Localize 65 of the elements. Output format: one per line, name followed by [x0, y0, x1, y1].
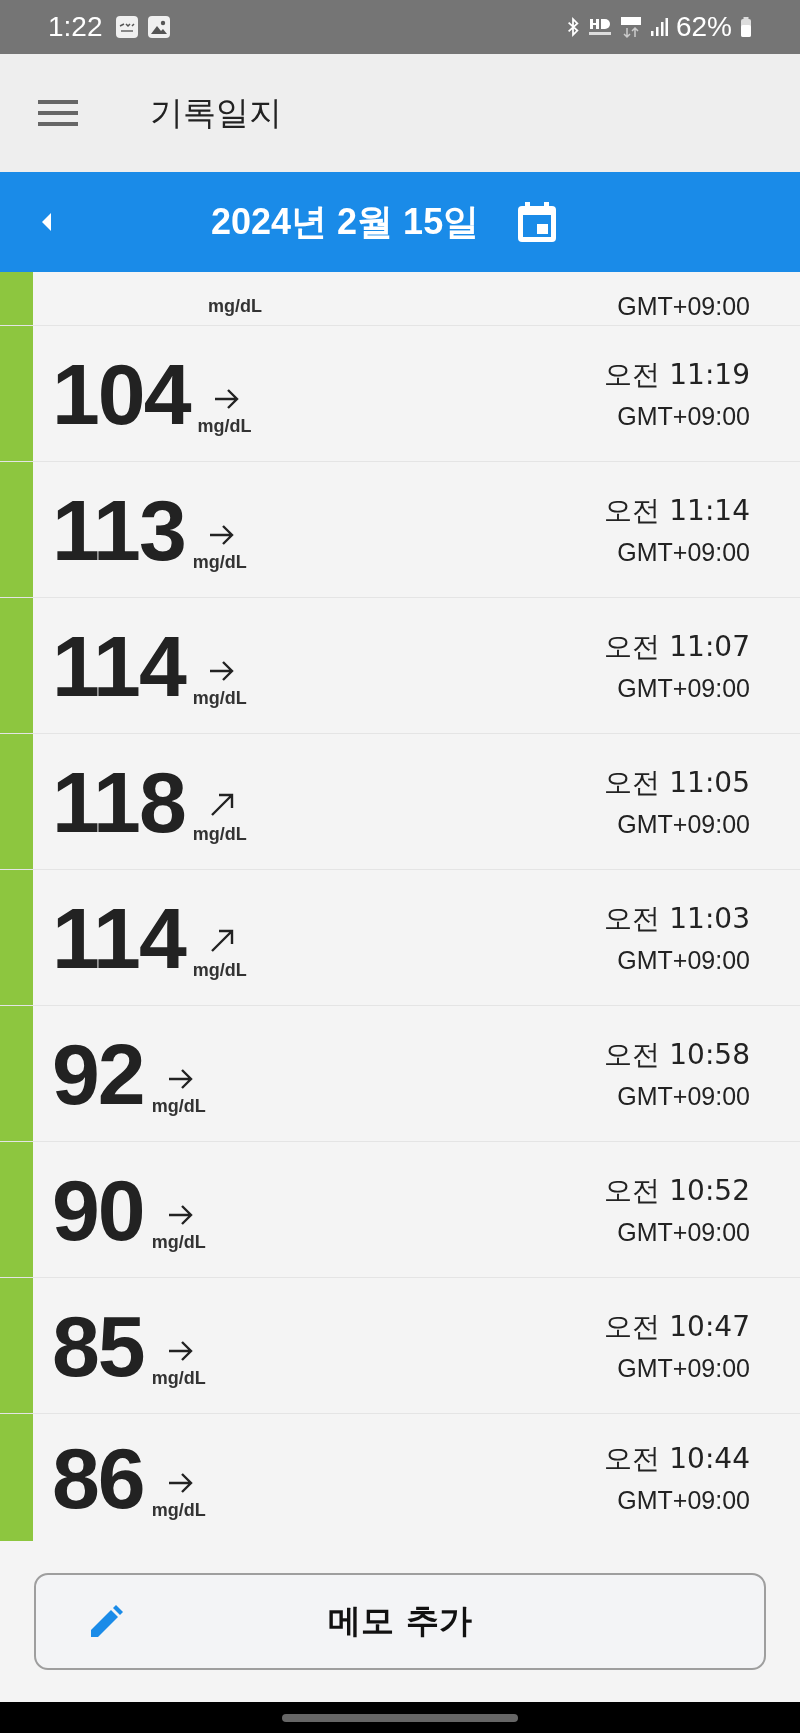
reading-time: 오전 10:47 [604, 1309, 750, 1345]
reading-time: 오전 10:52 [604, 1173, 750, 1209]
unit-label: mg/dL [151, 1499, 206, 1521]
home-handle[interactable] [282, 1713, 518, 1722]
glucose-value: 113 [52, 486, 185, 573]
unit-label: mg/dL [192, 959, 247, 981]
unit-label: mg/dL [192, 687, 247, 709]
previous-day-button[interactable] [42, 213, 52, 231]
reading-time: 오전 11:14 [604, 493, 750, 529]
unit-label: mg/dL [197, 415, 252, 437]
image-icon [146, 15, 171, 39]
app-notification-icon [114, 15, 139, 39]
status-time: 1:22 [48, 11, 103, 43]
signal-icon [649, 17, 668, 37]
timezone-label: GMT+09:00 [617, 1486, 750, 1515]
selected-date: 2024년 2월 15일 [211, 199, 480, 244]
menu-icon [38, 99, 78, 127]
timezone-label: GMT+09:00 [617, 1354, 750, 1383]
timezone-label: GMT+09:00 [617, 810, 750, 839]
unit-label: mg/dL [151, 1367, 206, 1389]
reading-row[interactable]: 113 mg/dL 오전 11:14 GMT+09:00 [0, 462, 800, 598]
reading-row[interactable]: 114 mg/dL 오전 11:03 GMT+09:00 [0, 870, 800, 1006]
hd-voice-icon [587, 16, 612, 38]
screen-title: 기록일지 [150, 91, 282, 134]
caret-left-icon [42, 213, 52, 231]
reading-time: 오전 11:19 [604, 357, 750, 393]
glucose-value: 114 [52, 894, 185, 981]
reading-time: 오전 11:03 [604, 901, 750, 937]
battery-percent: 62% [675, 11, 732, 43]
reading-row[interactable]: 118 mg/dL 오전 11:05 GMT+09:00 [0, 734, 800, 870]
reading-row[interactable]: 85 mg/dL 오전 10:47 GMT+09:00 [0, 1278, 800, 1414]
reading-time: 오전 11:07 [604, 629, 750, 665]
reading-row[interactable]: 104 mg/dL 오전 11:19 GMT+09:00 [0, 326, 800, 462]
add-memo-button[interactable]: 메모 추가 [34, 1573, 766, 1670]
timezone-label: GMT+09:00 [617, 946, 750, 975]
unit-label: mg/dL [192, 551, 247, 573]
timezone-label: GMT+09:00 [617, 538, 750, 567]
unit-label: mg/dL [151, 1095, 206, 1117]
unit-label: mg/dL [192, 823, 247, 845]
glucose-value: 85 [52, 1302, 144, 1389]
unit-label: mg/dL [208, 296, 262, 317]
glucose-value: 86 [52, 1434, 144, 1521]
reading-time: 오전 10:44 [604, 1441, 750, 1477]
timezone-label: GMT+09:00 [617, 1082, 750, 1111]
pencil-icon [88, 1603, 124, 1640]
glucose-value: 92 [52, 1030, 144, 1117]
timezone-label: GMT+09:00 [617, 292, 750, 321]
battery-icon [740, 16, 752, 38]
reading-time: 오전 11:05 [604, 765, 750, 801]
menu-button[interactable] [38, 99, 78, 127]
glucose-value: 118 [52, 758, 185, 845]
reading-row[interactable]: 90 mg/dL 오전 10:52 GMT+09:00 [0, 1142, 800, 1278]
reading-time: 오전 10:58 [604, 1037, 750, 1073]
reading-row[interactable]: mg/dL GMT+09:00 [0, 272, 800, 326]
reading-row[interactable]: 86 mg/dL 오전 10:44 GMT+09:00 [0, 1414, 800, 1541]
reading-row[interactable]: 92 mg/dL 오전 10:58 GMT+09:00 [0, 1006, 800, 1142]
reading-row[interactable]: 114 mg/dL 오전 11:07 GMT+09:00 [0, 598, 800, 734]
glucose-value: 114 [52, 622, 185, 709]
unit-label: mg/dL [151, 1231, 206, 1253]
timezone-label: GMT+09:00 [617, 402, 750, 431]
bluetooth-icon [565, 16, 580, 38]
timezone-label: GMT+09:00 [617, 674, 750, 703]
glucose-value: 104 [52, 350, 190, 437]
timezone-label: GMT+09:00 [617, 1218, 750, 1247]
glucose-value: 90 [52, 1166, 144, 1253]
